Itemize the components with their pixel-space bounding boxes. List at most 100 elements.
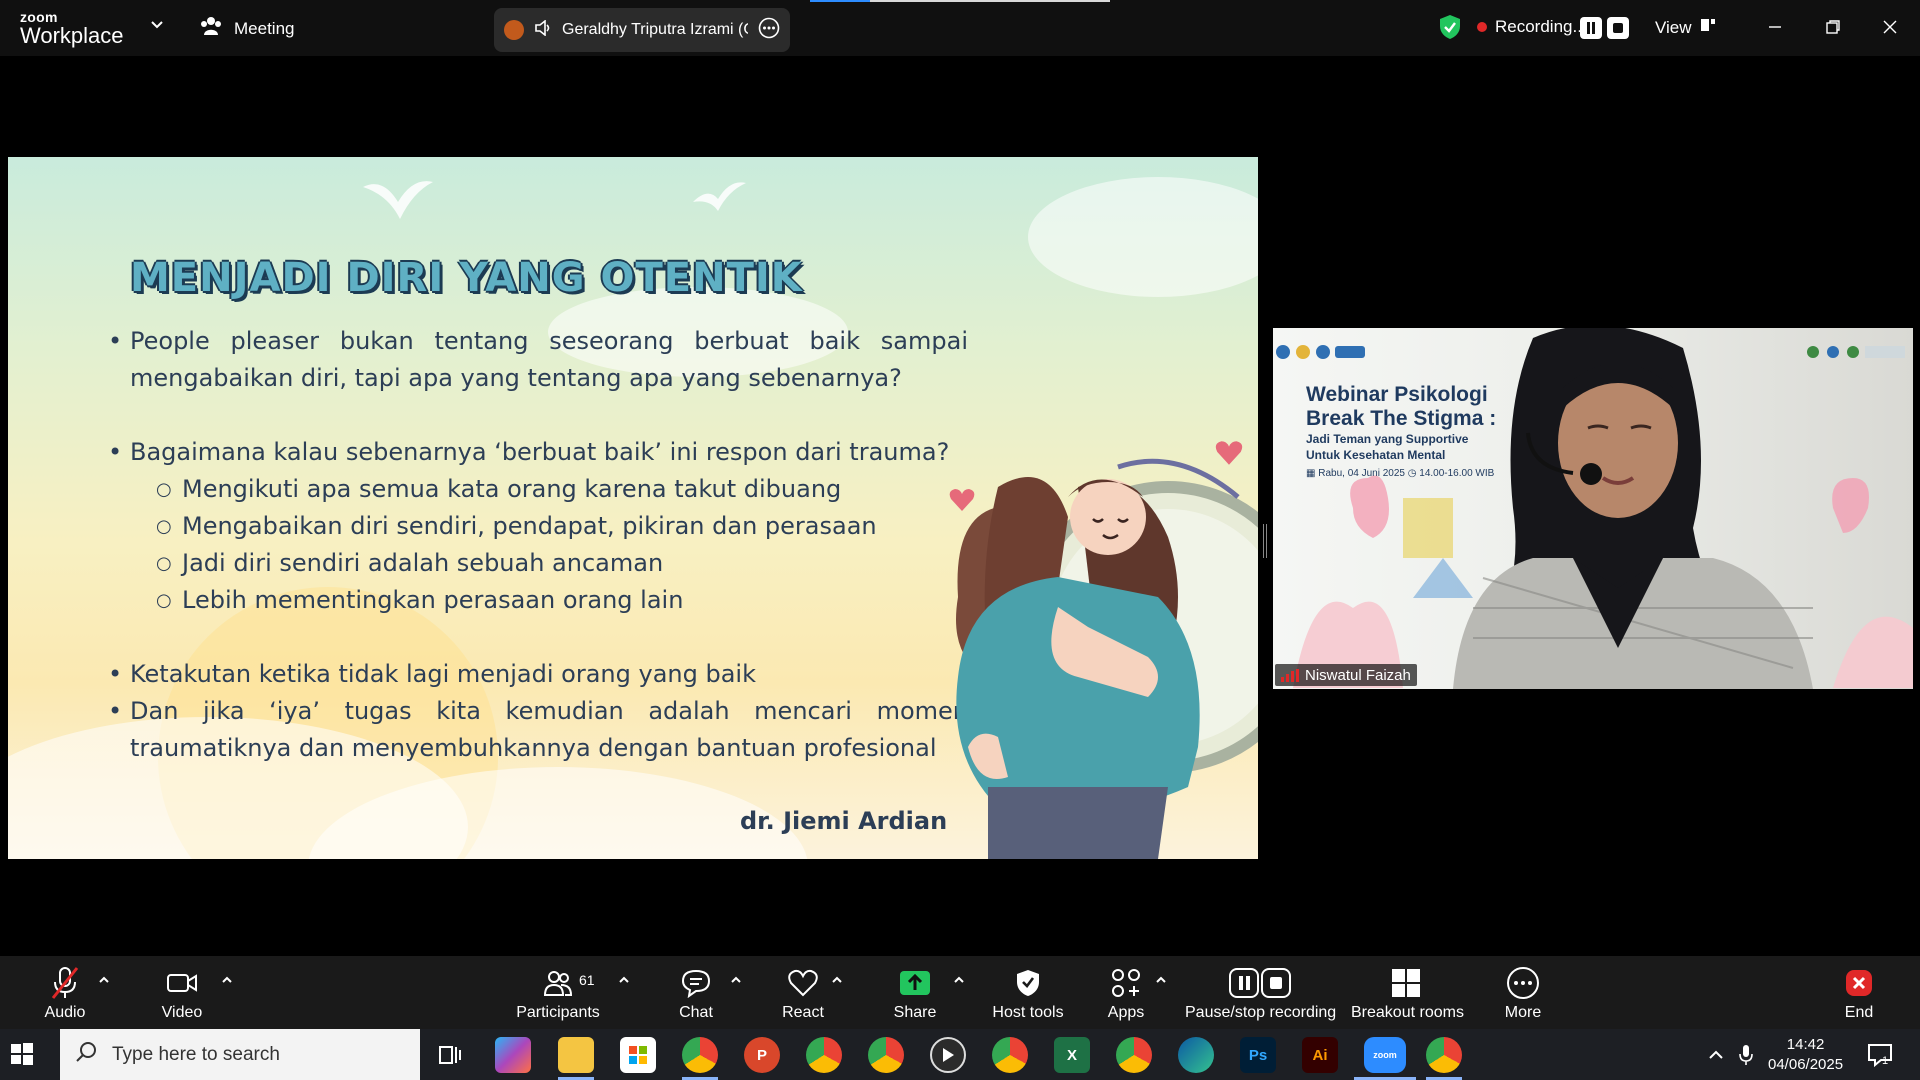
- microsoft-store-icon[interactable]: [620, 1037, 656, 1073]
- photoshop-icon[interactable]: Ps: [1240, 1037, 1276, 1073]
- more-icon: [1502, 964, 1544, 1002]
- task-view-icon[interactable]: [432, 1037, 468, 1073]
- participant-video-tile[interactable]: Webinar Psikologi Break The Stigma : Jad…: [1273, 328, 1913, 689]
- meeting-tab[interactable]: Meeting: [200, 16, 294, 41]
- heart-icon: [949, 489, 975, 511]
- copilot-icon[interactable]: [495, 1037, 531, 1073]
- close-icon[interactable]: [1870, 12, 1910, 42]
- pause-stop-recording-button[interactable]: Pause/stop recording: [1185, 964, 1337, 1022]
- audio-button[interactable]: Audio: [40, 964, 90, 1022]
- chrome-icon[interactable]: [682, 1037, 718, 1073]
- video-label: Video: [161, 1004, 203, 1021]
- chrome-icon[interactable]: [1116, 1037, 1152, 1073]
- chat-icon: [676, 964, 716, 1002]
- illustrator-icon[interactable]: Ai: [1302, 1037, 1338, 1073]
- slide-sub-bullet: ○ Jadi diri sendiri adalah sebuah ancaman: [108, 545, 968, 582]
- participants-options-chevron-icon[interactable]: [618, 972, 630, 990]
- minimize-icon[interactable]: [1755, 12, 1795, 42]
- microphone-icon[interactable]: [1728, 1037, 1764, 1073]
- end-button[interactable]: End: [1841, 964, 1877, 1022]
- more-button[interactable]: More: [1502, 964, 1544, 1022]
- slide-bullet-text: Dan jika ‘iya’ tugas kita kemudian adala…: [130, 697, 968, 762]
- taskbar-search-input[interactable]: Type here to search: [60, 1029, 420, 1080]
- slide-sub-bullet-text: Mengabaikan diri sendiri, pendapat, piki…: [182, 512, 877, 540]
- chrome-icon[interactable]: [992, 1037, 1028, 1073]
- meeting-icon: [200, 16, 222, 41]
- restore-icon[interactable]: [1813, 12, 1853, 42]
- slide-bullet-text: People pleaser bukan tentang seseorang b…: [130, 327, 968, 392]
- bird-icon: [693, 182, 746, 211]
- webinar-title: Webinar Psikologi Break The Stigma :: [1306, 383, 1496, 431]
- apps-label: Apps: [1107, 1004, 1145, 1021]
- chat-options-chevron-icon[interactable]: [730, 972, 742, 990]
- more-label: More: [1504, 1004, 1542, 1021]
- zoom-logo: zoom Workplace: [20, 10, 124, 47]
- chrome-icon[interactable]: [1426, 1037, 1462, 1073]
- slide-sub-bullet: ○ Lebih mementingkan perasaan orang lain: [108, 582, 968, 619]
- breakout-rooms-icon: [1351, 964, 1461, 1002]
- webinar-date-time: ▦ Rabu, 04 Juni 2025 ◷ 14.00-16.00 WIB: [1306, 468, 1494, 479]
- file-explorer-icon[interactable]: [558, 1037, 594, 1073]
- encryption-shield-icon[interactable]: [1438, 14, 1462, 45]
- pause-stop-label: Pause/stop recording: [1185, 1004, 1337, 1021]
- meeting-toolbar: Audio Video Participants 61 Chat React S…: [0, 956, 1920, 1029]
- recording-label[interactable]: Recording...: [1495, 17, 1587, 37]
- clock-time: 14:42: [1786, 1036, 1825, 1053]
- share-button[interactable]: Share: [892, 964, 938, 1022]
- react-button[interactable]: React: [782, 964, 824, 1022]
- active-speaker-pill[interactable]: Geraldhy Triputra Izrami (OP...: [494, 8, 790, 52]
- meeting-label: Meeting: [234, 18, 295, 38]
- host-tools-button[interactable]: Host tools: [990, 964, 1066, 1022]
- chat-button[interactable]: Chat: [676, 964, 716, 1022]
- slide-author: dr. Jiemi Ardian: [740, 807, 948, 835]
- share-progress-indicator: [810, 0, 1110, 2]
- apps-icon: [1105, 964, 1147, 1002]
- audio-options-chevron-icon[interactable]: [98, 972, 110, 990]
- react-options-chevron-icon[interactable]: [831, 972, 843, 990]
- host-tools-label: Host tools: [992, 1004, 1064, 1021]
- breakout-rooms-button[interactable]: Breakout rooms: [1351, 964, 1464, 1022]
- windows-taskbar: Type here to search P X Ps Ai zoom 14:42…: [0, 1029, 1920, 1080]
- slide-sub-bullet: ○ Mengabaikan diri sendiri, pendapat, pik…: [108, 508, 968, 545]
- apps-button[interactable]: Apps: [1105, 964, 1147, 1022]
- more-options-icon[interactable]: [758, 17, 780, 44]
- view-button[interactable]: View: [1655, 17, 1716, 38]
- breakout-rooms-label: Breakout rooms: [1351, 1004, 1464, 1021]
- heart-icon: [782, 964, 824, 1002]
- splitter-handle[interactable]: [1263, 524, 1267, 558]
- zoom-app-icon[interactable]: zoom: [1364, 1037, 1406, 1073]
- powerpoint-icon[interactable]: P: [744, 1037, 780, 1073]
- windows-start-icon[interactable]: [10, 1042, 34, 1071]
- search-icon: [76, 1041, 98, 1069]
- cloud-decoration: [1028, 177, 1258, 297]
- video-button[interactable]: Video: [157, 964, 207, 1022]
- stop-recording-button[interactable]: [1607, 17, 1629, 39]
- chevron-down-icon[interactable]: [150, 18, 164, 37]
- zoom-top-bar: zoom Workplace Meeting Geraldhy Triputra…: [0, 0, 1920, 56]
- speaker-icon: [534, 18, 552, 41]
- notifications-icon[interactable]: 1: [1862, 1037, 1898, 1073]
- apps-options-chevron-icon[interactable]: [1155, 972, 1167, 990]
- brand-small: zoom: [20, 9, 58, 25]
- webinar-date: Rabu, 04 Juni 2025: [1318, 468, 1405, 479]
- chrome-icon[interactable]: [868, 1037, 904, 1073]
- media-player-icon[interactable]: [930, 1037, 966, 1073]
- audio-level-icon: [1281, 668, 1299, 682]
- video-options-chevron-icon[interactable]: [221, 972, 233, 990]
- pause-recording-button[interactable]: [1580, 17, 1602, 39]
- active-speaker-name: Geraldhy Triputra Izrami (OP...: [562, 21, 748, 38]
- video-camera-icon: [157, 964, 207, 1002]
- excel-icon[interactable]: X: [1054, 1037, 1090, 1073]
- shield-icon: [990, 964, 1066, 1002]
- slide-bullet-text: Ketakutan ketika tidak lagi menjadi oran…: [130, 660, 756, 688]
- participants-label: Participants: [516, 1004, 600, 1021]
- chrome-icon[interactable]: [806, 1037, 842, 1073]
- slide-sub-bullet: ○ Mengikuti apa semua kata orang karena t…: [108, 471, 968, 508]
- participant-name: Niswatul Faizah: [1305, 666, 1411, 684]
- react-label: React: [782, 1004, 824, 1021]
- webinar-subtitle: Jadi Teman yang Supportive Untuk Kesehat…: [1306, 431, 1468, 463]
- share-options-chevron-icon[interactable]: [953, 972, 965, 990]
- taskbar-clock[interactable]: 14:42 04/06/2025: [1768, 1035, 1843, 1075]
- bird-icon: [363, 181, 433, 219]
- edge-icon[interactable]: [1178, 1037, 1214, 1073]
